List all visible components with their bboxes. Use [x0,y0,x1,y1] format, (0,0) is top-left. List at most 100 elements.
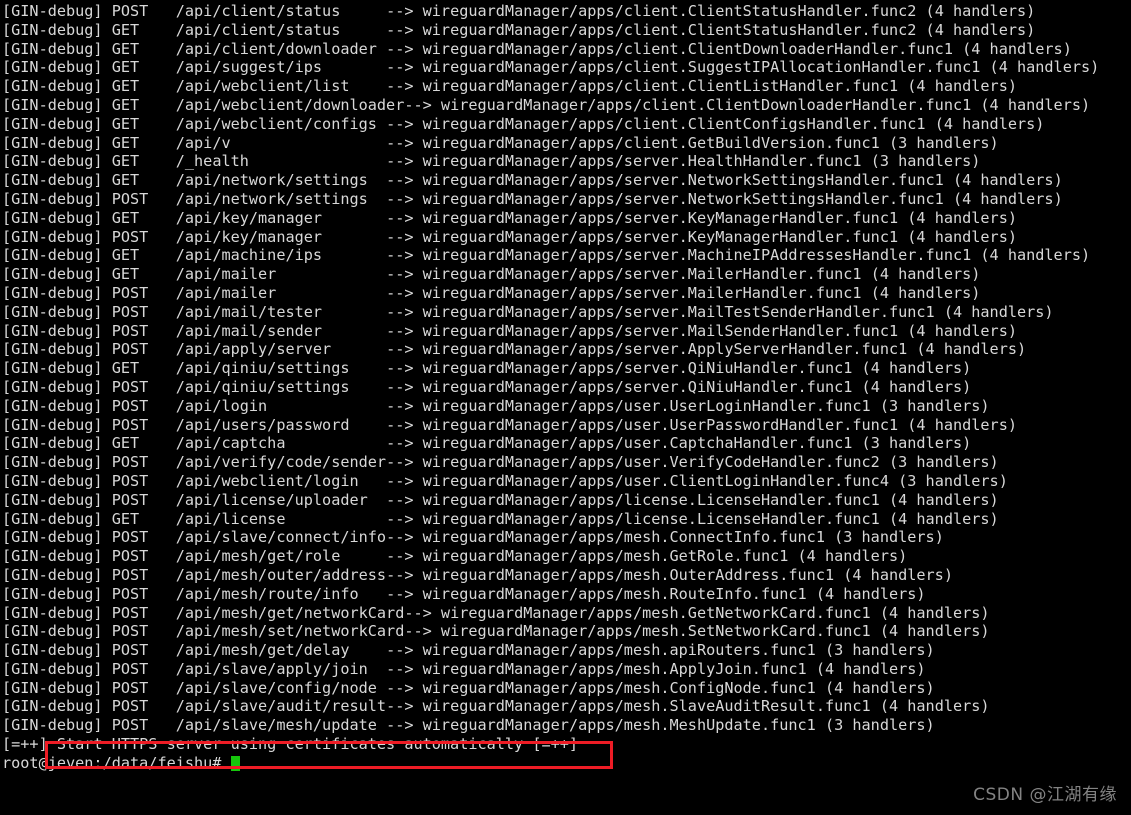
route-arrow-icon: --> [386,246,423,265]
route-path: /api/webclient/configs [175,114,387,133]
route-method: POST [111,283,176,302]
route-handler-count: (4 handlers) [907,208,1017,227]
route-tag: [GIN-debug] [2,565,112,584]
route-handler: wireguardManager/apps/server.KeyManagerH… [422,208,908,227]
route-line: [GIN-debug] POST /api/login --> wireguar… [2,397,1131,416]
route-path: /api/mesh/set/networkCard [175,622,405,641]
route-path: /api/mesh/get/networkCard [175,603,405,622]
route-path: /api/mesh/outer/address [175,565,387,584]
route-handler-count: (4 handlers) [907,321,1017,340]
route-arrow-icon: --> [386,490,423,509]
route-method: GET [111,208,176,227]
route-handler-count: (4 handlers) [888,490,999,509]
route-method: POST [111,340,176,359]
route-line: [GIN-debug] POST /api/qiniu/settings -->… [2,378,1131,397]
route-tag: [GIN-debug] [2,20,112,39]
route-line: [GIN-debug] POST /api/slave/connect/info… [2,528,1131,547]
route-handler-count: (4 handlers) [824,678,935,697]
route-tag: [GIN-debug] [2,716,112,735]
route-arrow-icon: --> [386,302,423,321]
route-handler: wireguardManager/apps/server.MailerHandl… [422,265,871,284]
route-path: /api/qiniu/settings [175,359,387,378]
route-method: POST [111,547,176,566]
route-handler: wireguardManager/apps/user.VerifyCodeHan… [422,453,889,472]
route-method: POST [111,189,176,208]
terminal-window[interactable]: [GIN-debug] POST /api/client/status --> … [0,0,1131,815]
route-handler-count: (4 handlers) [980,95,1091,114]
route-handler-count: (4 handlers) [925,20,1036,39]
route-method: GET [111,20,176,39]
route-method: GET [111,77,176,96]
route-tag: [GIN-debug] [2,265,112,284]
route-method: POST [111,396,176,415]
route-tag: [GIN-debug] [2,434,112,453]
route-arrow-icon: --> [386,716,423,735]
route-tag: [GIN-debug] [2,321,112,340]
route-handler-count: (4 handlers) [843,565,953,584]
route-tag: [GIN-debug] [2,377,112,396]
route-path: /api/mesh/route/info [175,584,387,603]
route-tag: [GIN-debug] [2,77,112,96]
route-handler: wireguardManager/apps/server.MailerHandl… [422,283,871,302]
route-method: POST [111,697,176,716]
route-handler: wireguardManager/apps/server.MailTestSen… [422,302,944,321]
route-line: [GIN-debug] GET /api/mailer --> wireguar… [2,265,1131,284]
route-path: /api/qiniu/settings [175,377,387,396]
route-path: /api/slave/connect/info [175,528,387,547]
route-line: [GIN-debug] GET /api/v --> wireguardMana… [2,134,1131,153]
route-tag: [GIN-debug] [2,208,112,227]
route-path: /api/license/uploader [175,490,387,509]
route-tag: [GIN-debug] [2,246,112,265]
route-line: [GIN-debug] POST /api/slave/apply/join -… [2,660,1131,679]
route-line: [GIN-debug] POST /api/mesh/set/networkCa… [2,622,1131,641]
route-handler-count: (4 handlers) [879,697,990,716]
route-path: /api/apply/server [175,340,387,359]
route-method: GET [111,359,176,378]
route-tag: [GIN-debug] [2,95,112,114]
route-path: /api/users/password [175,415,387,434]
route-path: /api/captcha [175,434,387,453]
route-line: [GIN-debug] POST /api/client/status --> … [2,2,1131,21]
route-tag: [GIN-debug] [2,471,112,490]
route-tag: [GIN-debug] [2,659,112,678]
route-handler-count: (4 handlers) [907,415,1017,434]
route-arrow-icon: --> [386,471,423,490]
route-handler-count: (3 handlers) [834,528,944,547]
route-handler-count: (3 handlers) [824,641,935,660]
route-path: /api/suggest/ips [175,58,387,77]
route-arrow-icon: --> [386,659,423,678]
route-handler: wireguardManager/apps/user.CaptchaHandle… [422,434,862,453]
route-path: /api/mail/tester [175,302,387,321]
route-path: /api/slave/audit/result [175,697,387,716]
route-line: [GIN-debug] GET /api/webclient/list --> … [2,77,1131,96]
route-arrow-icon: --> [404,95,441,114]
start-line-prefix: [=++] [2,735,57,754]
route-arrow-icon: --> [386,321,423,340]
route-method: POST [111,584,176,603]
route-tag: [GIN-debug] [2,603,112,622]
route-path: /api/login [175,396,387,415]
route-line: [GIN-debug] POST /api/mesh/get/delay -->… [2,641,1131,660]
route-tag: [GIN-debug] [2,453,112,472]
route-method: POST [111,622,176,641]
route-handler-count: (4 handlers) [916,340,1027,359]
route-handler: wireguardManager/apps/user.ClientLoginHa… [422,471,899,490]
route-tag: [GIN-debug] [2,415,112,434]
route-arrow-icon: --> [386,509,423,528]
route-tag: [GIN-debug] [2,2,112,20]
route-arrow-icon: --> [386,2,423,20]
route-path: /api/client/status [175,20,387,39]
route-line: [GIN-debug] POST /api/slave/mesh/update … [2,716,1131,735]
route-arrow-icon: --> [386,678,423,697]
route-path: /api/slave/mesh/update [175,716,387,735]
route-tag: [GIN-debug] [2,58,112,77]
route-method: POST [111,227,176,246]
route-arrow-icon: --> [386,359,423,378]
route-handler: wireguardManager/apps/client.ClientListH… [422,77,908,96]
route-tag: [GIN-debug] [2,584,112,603]
route-line: [GIN-debug] POST /api/mail/tester --> wi… [2,303,1131,322]
route-method: GET [111,171,176,190]
route-line: [GIN-debug] POST /api/mesh/get/role --> … [2,547,1131,566]
shell-prompt-line[interactable]: root@jeven:/data/feishu# [2,754,1131,773]
route-path: /_health [175,152,387,171]
